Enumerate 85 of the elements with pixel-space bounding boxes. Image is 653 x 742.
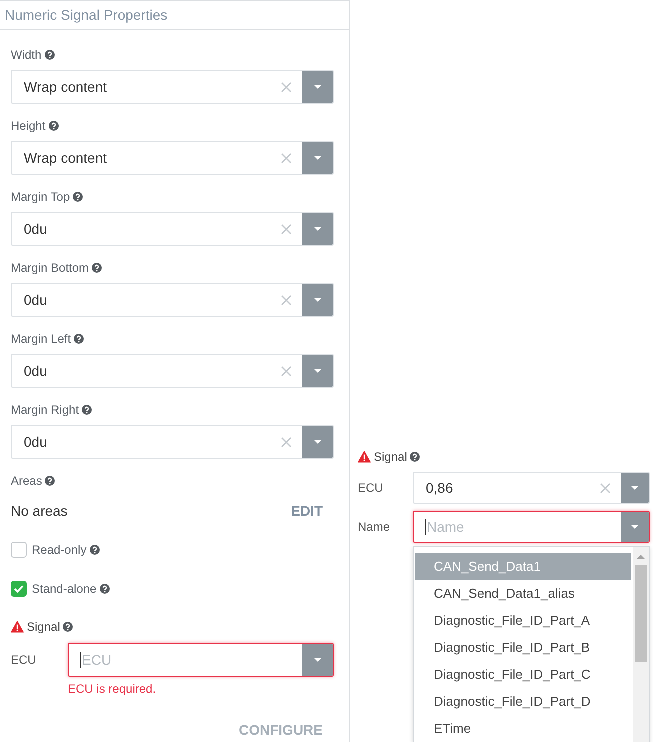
combo-box[interactable]: Wrap content — [11, 141, 334, 175]
dropdown-button[interactable] — [302, 426, 333, 458]
combo-box[interactable]: ECU — [68, 643, 334, 677]
section-title: Signal — [374, 449, 408, 465]
field-label: ECU — [11, 653, 38, 667]
clear-icon[interactable] — [281, 366, 292, 376]
caret-icon — [314, 658, 322, 662]
caret-icon — [314, 298, 322, 302]
field-label: Margin Right — [11, 402, 80, 418]
help-icon[interactable] — [73, 192, 84, 202]
dropdown-button[interactable] — [302, 213, 333, 245]
dropdown-option[interactable]: Diagnostic_File_ID_Part_D — [415, 688, 631, 715]
text-input[interactable]: ECU — [81, 644, 302, 676]
scrollbar-track[interactable] — [633, 547, 649, 742]
caret-icon — [314, 369, 322, 373]
panel-title: Numeric Signal Properties — [0, 1, 349, 30]
combo-box[interactable]: 0du — [11, 425, 334, 459]
clear-icon[interactable] — [281, 224, 292, 234]
help-icon[interactable] — [45, 476, 56, 486]
field-label: Margin Top — [11, 189, 70, 205]
checkbox-label: Read-only — [32, 543, 87, 557]
text-input[interactable]: 0du — [23, 284, 271, 316]
help-icon[interactable] — [74, 334, 84, 344]
combo-box[interactable]: 0du — [11, 283, 334, 317]
text-input[interactable]: 0du — [23, 426, 271, 458]
field-label: Margin Left — [11, 331, 72, 347]
text-input[interactable]: Name — [426, 512, 621, 542]
text-input[interactable]: Wrap content — [23, 142, 271, 174]
help-icon[interactable] — [90, 545, 100, 555]
clear-icon[interactable] — [281, 436, 292, 448]
combo-box[interactable]: Wrap content — [11, 70, 334, 104]
text-input[interactable]: 0du — [23, 213, 271, 245]
scroll-up-icon[interactable] — [637, 555, 645, 559]
dropdown-option[interactable]: Diagnostic_File_ID_Part_C — [415, 661, 631, 688]
check-icon — [14, 585, 24, 593]
caret-icon — [631, 486, 639, 490]
text-cursor-icon — [425, 519, 426, 535]
text-input[interactable]: 0,86 — [425, 473, 590, 503]
help-icon[interactable] — [63, 622, 74, 632]
text-input[interactable]: Wrap content — [23, 71, 271, 103]
field-label: Margin Bottom — [11, 260, 90, 276]
field-label: ECU — [358, 481, 384, 495]
field-label: Width — [11, 47, 42, 63]
help-icon[interactable] — [92, 263, 102, 273]
help-icon[interactable] — [82, 405, 92, 415]
dropdown-button[interactable] — [302, 355, 333, 387]
dropdown-option[interactable]: Diagnostic_File_ID_Part_B — [415, 634, 631, 661]
text-cursor-icon — [80, 652, 81, 668]
help-icon[interactable] — [48, 121, 59, 131]
dropdown-button[interactable] — [302, 644, 333, 676]
caret-icon — [314, 227, 322, 231]
combo-box[interactable]: 0du — [11, 212, 334, 246]
combo-box[interactable]: Name — [413, 511, 650, 543]
help-icon[interactable] — [100, 584, 110, 594]
checkbox[interactable] — [11, 581, 27, 597]
dropdown-button[interactable] — [302, 284, 333, 316]
caret-icon — [631, 525, 639, 529]
error-message: ECU is required. — [68, 682, 158, 696]
field-label: Name — [358, 520, 392, 534]
combo-box[interactable]: 0du — [11, 354, 334, 388]
section-title: Signal — [27, 619, 60, 635]
caret-icon — [314, 156, 322, 160]
dropdown-option[interactable]: Diagnostic_File_ID_Part_A — [415, 607, 631, 634]
clear-icon[interactable] — [281, 82, 292, 92]
dropdown-button[interactable] — [302, 71, 333, 103]
areas-value: No areas — [11, 503, 68, 519]
dropdown-button[interactable] — [302, 142, 333, 174]
checkbox-label: Stand-alone — [32, 582, 97, 596]
clear-icon[interactable] — [600, 482, 611, 494]
caret-icon — [314, 85, 322, 89]
text-input[interactable]: 0du — [23, 355, 271, 387]
checkbox[interactable] — [11, 542, 27, 558]
help-icon[interactable] — [410, 452, 420, 462]
dropdown-option[interactable]: CAN_Send_Data1_alias — [415, 580, 631, 607]
scrollbar-thumb[interactable] — [635, 565, 647, 662]
dropdown-option[interactable]: ETime — [415, 715, 631, 742]
combo-box[interactable]: 0,86 — [413, 472, 650, 504]
help-icon[interactable] — [44, 50, 55, 60]
clear-icon[interactable] — [281, 294, 292, 306]
clear-icon[interactable] — [281, 152, 292, 164]
field-label: Height — [11, 118, 46, 134]
caret-icon — [314, 440, 322, 444]
dropdown-button[interactable] — [621, 473, 649, 503]
field-label: Areas — [11, 473, 42, 489]
dropdown-button[interactable] — [621, 512, 649, 542]
